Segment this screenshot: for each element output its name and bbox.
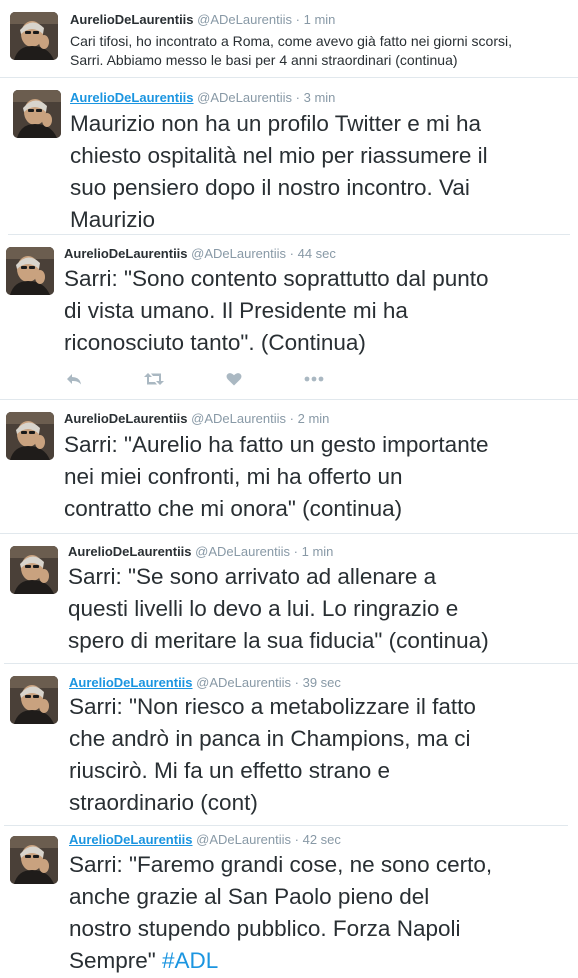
avatar-photo-icon <box>6 412 54 460</box>
avatar[interactable] <box>6 247 54 295</box>
tweet[interactable]: AurelioDeLaurentiis @ADeLaurentiis · 1 m… <box>4 536 578 664</box>
author-name[interactable]: AurelioDeLaurentiis <box>70 90 194 105</box>
tweet-text: Sarri: "Faremo grandi cose, ne sono cert… <box>69 849 567 977</box>
tweet-feed: AurelioDeLaurentiis @ADeLaurentiis · 1 m… <box>0 0 578 978</box>
tweet[interactable]: AurelioDeLaurentiis @ADeLaurentiis · 39 … <box>4 666 568 826</box>
tweet-timestamp[interactable]: 44 sec <box>298 246 336 261</box>
separator-dot: · <box>295 12 300 27</box>
tweet-timestamp[interactable]: 3 min <box>304 90 336 105</box>
author-handle[interactable]: @ADeLaurentiis <box>196 832 291 847</box>
tweet-text-content: Sarri: "Faremo grandi cose, ne sono cert… <box>69 852 493 973</box>
author-handle[interactable]: @ADeLaurentiis <box>191 411 286 426</box>
author-name[interactable]: AurelioDeLaurentiis <box>64 246 188 261</box>
author-handle[interactable]: @ADeLaurentiis <box>196 675 291 690</box>
tweet-timestamp[interactable]: 2 min <box>298 411 330 426</box>
avatar-photo-icon <box>6 247 54 295</box>
avatar[interactable] <box>10 546 58 594</box>
more-icon <box>304 376 324 382</box>
reply-button[interactable] <box>64 371 84 387</box>
separator-dot: · <box>294 675 299 690</box>
separator-dot: · <box>289 246 294 261</box>
author-handle[interactable]: @ADeLaurentiis <box>195 544 290 559</box>
tweet[interactable]: AurelioDeLaurentiis @ADeLaurentiis · 1 m… <box>0 0 578 78</box>
separator-dot: · <box>294 832 299 847</box>
tweet-actions <box>64 371 384 387</box>
avatar[interactable] <box>13 90 61 138</box>
tweet[interactable]: AurelioDeLaurentiis @ADeLaurentiis · 42 … <box>4 828 568 978</box>
author-name[interactable]: AurelioDeLaurentiis <box>70 12 194 27</box>
more-button[interactable] <box>304 371 324 387</box>
tweet[interactable]: AurelioDeLaurentiis @ADeLaurentiis · 2 m… <box>0 402 578 534</box>
avatar[interactable] <box>10 836 58 884</box>
tweet-text: Maurizio non ha un profilo Twitter e mi … <box>70 111 488 232</box>
like-icon <box>226 373 242 386</box>
author-name[interactable]: AurelioDeLaurentiis <box>64 411 188 426</box>
avatar-photo-icon <box>10 836 58 884</box>
avatar[interactable] <box>10 676 58 724</box>
author-name[interactable]: AurelioDeLaurentiis <box>69 675 193 690</box>
avatar-photo-icon <box>10 546 58 594</box>
hashtag-link[interactable]: #ADL <box>162 948 218 973</box>
tweet-timestamp[interactable]: 42 sec <box>303 832 341 847</box>
tweet[interactable]: AurelioDeLaurentiis @ADeLaurentiis · 44 … <box>0 237 578 400</box>
retweet-icon <box>144 373 164 385</box>
author-handle[interactable]: @ADeLaurentiis <box>191 246 286 261</box>
author-name[interactable]: AurelioDeLaurentiis <box>69 832 193 847</box>
separator-dot: · <box>295 90 300 105</box>
tweet-timestamp[interactable]: 39 sec <box>303 675 341 690</box>
tweet-text: Cari tifosi, ho incontrato a Roma, come … <box>70 33 512 68</box>
author-handle[interactable]: @ADeLaurentiis <box>197 90 292 105</box>
retweet-button[interactable] <box>144 371 164 387</box>
reply-icon <box>67 374 81 385</box>
avatar[interactable] <box>10 12 58 60</box>
tweet-text: Sarri: "Non riesco a metabolizzare il fa… <box>69 694 476 815</box>
tweet-text: Sarri: "Sono contento soprattutto dal pu… <box>64 266 489 355</box>
tweet-text: Sarri: "Se sono arrivato ad allenare a q… <box>68 564 489 653</box>
separator-dot: · <box>289 411 294 426</box>
avatar-photo-icon <box>10 676 58 724</box>
avatar[interactable] <box>6 412 54 460</box>
tweet-text: Sarri: "Aurelio ha fatto un gesto import… <box>64 432 489 521</box>
tweet-timestamp[interactable]: 1 min <box>304 12 336 27</box>
separator-dot: · <box>293 544 298 559</box>
avatar-photo-icon <box>10 12 58 60</box>
author-name[interactable]: AurelioDeLaurentiis <box>68 544 192 559</box>
author-handle[interactable]: @ADeLaurentiis <box>197 12 292 27</box>
tweet-timestamp[interactable]: 1 min <box>302 544 334 559</box>
avatar-photo-icon <box>13 90 61 138</box>
tweet[interactable]: AurelioDeLaurentiis @ADeLaurentiis · 3 m… <box>8 80 570 235</box>
like-button[interactable] <box>224 371 244 387</box>
